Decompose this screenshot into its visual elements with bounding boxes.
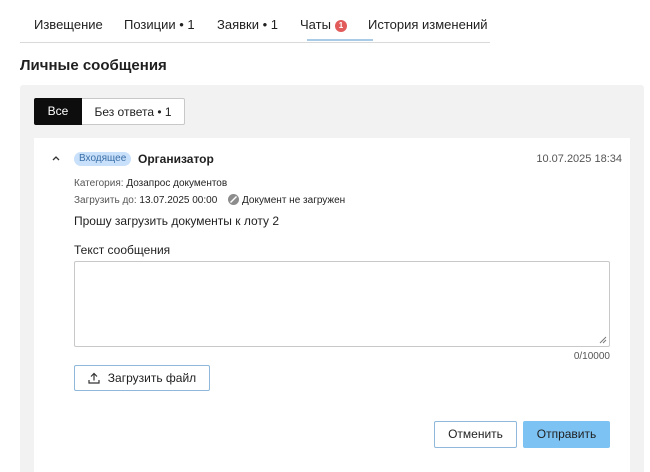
category-value: Дозапрос документов [126,178,228,189]
deadline-label: Загрузить до: [74,195,137,206]
filter-all-button[interactable]: Все [34,98,82,125]
message-body: Прошу загрузить документы к лоту 2 [74,214,280,228]
document-status: Документ не загружен [242,195,346,206]
tab-chats-label: Чаты [300,17,331,32]
message-deadline: Загрузить до: 13.07.2025 00:00 Документ … [74,194,345,206]
incoming-tag: Входящее [74,152,132,166]
unread-badge: 1 [334,20,347,32]
active-tab-indicator [307,39,373,41]
reply-textarea[interactable] [74,261,610,347]
upload-file-button[interactable]: Загрузить файл [74,365,210,391]
sender-name: Организатор [138,152,214,166]
upload-icon [88,372,100,384]
tab-history[interactable]: История изменений [368,17,488,32]
resize-handle-icon[interactable] [599,336,607,344]
tab-notice[interactable]: Извещение [34,17,103,32]
section-title: Личные сообщения [20,57,167,74]
messages-panel: Все Без ответа • 1 Входящее Организатор … [20,85,644,472]
message-date: 10.07.2025 18:34 [536,153,622,165]
cancel-button[interactable]: Отменить [434,421,517,448]
tab-positions[interactable]: Позиции • 1 [124,17,195,32]
no-document-icon [228,194,240,205]
deadline-value: 13.07.2025 00:00 [139,195,218,206]
filter-unanswered-button[interactable]: Без ответа • 1 [82,98,185,125]
tab-bar: Извещение Позиции • 1 Заявки • 1 Чаты 1 И… [20,0,490,43]
send-button[interactable]: Отправить [523,421,610,448]
tab-applications[interactable]: Заявки • 1 [217,17,278,32]
upload-file-label: Загрузить файл [107,371,197,385]
tab-chats[interactable]: Чаты 1 [300,17,347,32]
category-label: Категория: [74,178,124,189]
message-card: Входящее Организатор 10.07.2025 18:34 Ка… [34,138,630,472]
message-category: Категория: Дозапрос документов [74,178,227,189]
reply-field-label: Текст сообщения [74,243,171,257]
chevron-up-icon[interactable] [50,152,62,164]
char-counter: 0/10000 [573,351,610,362]
